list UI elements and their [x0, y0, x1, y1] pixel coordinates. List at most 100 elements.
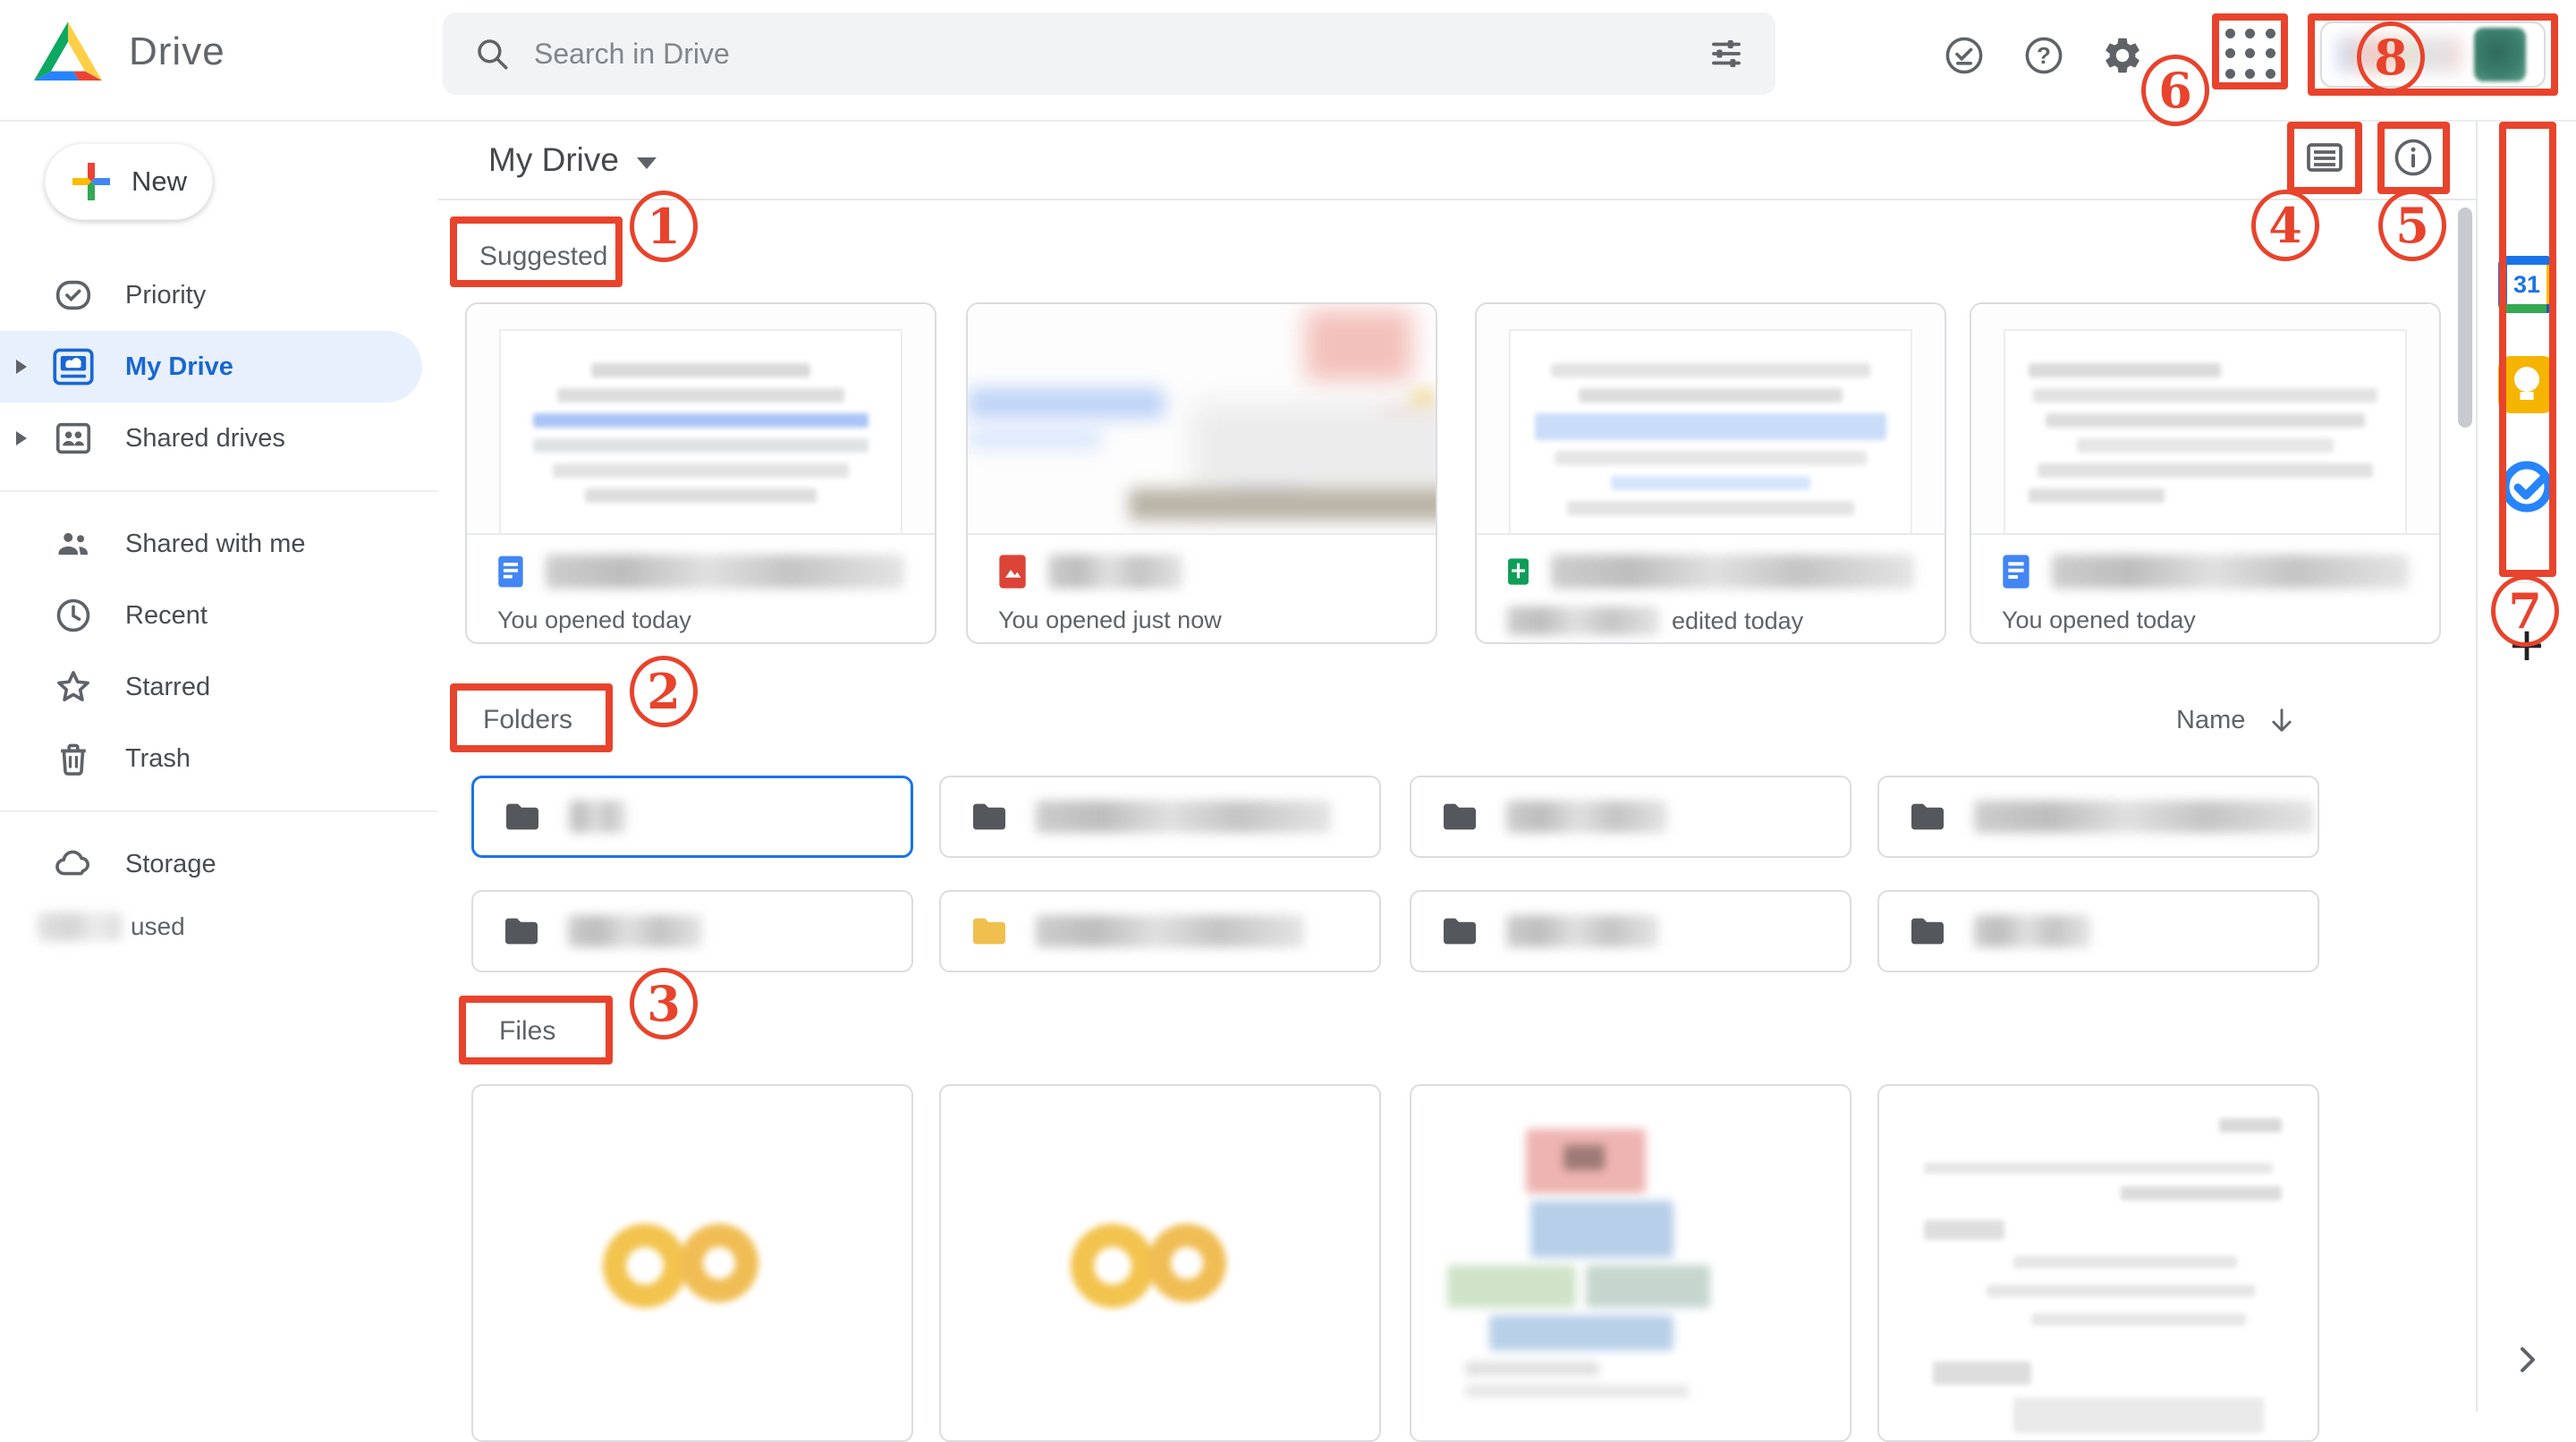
sidebar-item-priority[interactable]: Priority	[0, 259, 438, 331]
file-card[interactable]	[1410, 1084, 1852, 1442]
card-caption: You opened just now	[998, 606, 1405, 634]
sidebar-item-shared-with-me[interactable]: Shared with me	[0, 508, 438, 580]
chevron-right-icon[interactable]	[2507, 1340, 2546, 1379]
search-input[interactable]	[534, 38, 1684, 71]
storage-used-suffix: used	[131, 912, 185, 941]
section-label-suggested: Suggested	[479, 242, 607, 272]
file-preview-blurred	[1477, 304, 1945, 535]
add-icon[interactable]: +	[2510, 615, 2545, 674]
priority-check-icon	[53, 275, 94, 316]
account-name-blurred	[2336, 37, 2462, 72]
folder-icon	[1440, 915, 1479, 947]
expand-arrow-icon[interactable]	[16, 431, 36, 445]
page-title-dropdown[interactable]: My Drive	[488, 141, 657, 179]
apps-grid-icon[interactable]	[2224, 27, 2277, 81]
suggested-card[interactable]: You opened just now	[966, 302, 1437, 644]
folder-card[interactable]	[1410, 776, 1852, 858]
drive-logo[interactable]: Drive	[34, 21, 225, 82]
scrollbar-thumb[interactable]	[2458, 208, 2472, 428]
shared-drives-icon	[53, 418, 94, 459]
folder-icon-yellow	[970, 915, 1009, 947]
annotation-number-5: 5	[2378, 190, 2446, 261]
sort-label: Name	[2176, 706, 2245, 735]
sidebar-item-label: Priority	[125, 281, 206, 310]
file-card[interactable]	[939, 1084, 1381, 1442]
card-caption: You opened today	[2002, 606, 2409, 634]
file-title-blurred	[1048, 555, 1182, 589]
google-docs-icon	[497, 553, 524, 590]
avatar	[2474, 28, 2526, 81]
annotation-number-4: 4	[2251, 190, 2319, 261]
section-label-files: Files	[499, 1016, 555, 1047]
file-preview-blurred	[1971, 304, 2439, 535]
file-title-blurred	[1551, 555, 1914, 589]
sidebar-item-shared-drives[interactable]: Shared drives	[0, 403, 438, 474]
folder-card[interactable]	[1877, 890, 2319, 972]
folder-name-blurred	[1506, 801, 1667, 833]
storage-amount-blurred	[38, 912, 122, 941]
sidebar-item-starred[interactable]: Starred	[0, 651, 438, 723]
file-card[interactable]	[471, 1084, 913, 1442]
expand-arrow-icon[interactable]	[16, 360, 36, 374]
sidebar-item-label: Shared drives	[125, 424, 285, 454]
sidebar-item-my-drive[interactable]: My Drive	[0, 331, 422, 403]
file-preview-blurred	[968, 304, 1436, 535]
card-caption: You opened today	[497, 606, 904, 634]
suggested-card[interactable]: You opened today	[1970, 302, 2441, 644]
google-keep-icon[interactable]	[2498, 356, 2555, 413]
section-label-folders: Folders	[483, 705, 572, 735]
plus-multicolor-icon	[71, 161, 112, 202]
folder-icon	[502, 915, 541, 947]
google-tasks-icon[interactable]	[2498, 458, 2555, 515]
folder-card[interactable]	[471, 890, 913, 972]
sidebar-item-label: Storage	[125, 850, 216, 879]
account-chip[interactable]	[2320, 21, 2546, 88]
folder-icon	[970, 801, 1009, 833]
sidebar-item-trash[interactable]: Trash	[0, 723, 438, 794]
storage-used-line: used	[38, 912, 438, 941]
calendar-day-label: 31	[2507, 265, 2546, 304]
folder-card[interactable]	[939, 776, 1381, 858]
sidebar-item-storage[interactable]: Storage	[0, 828, 438, 900]
folder-card[interactable]	[939, 890, 1381, 972]
file-preview-blurred	[467, 304, 935, 535]
new-button[interactable]: New	[45, 143, 213, 220]
sidebar-item-label: Shared with me	[125, 530, 306, 559]
folder-icon	[1440, 801, 1479, 833]
image-file-icon	[998, 553, 1027, 590]
trash-icon	[53, 738, 94, 779]
folder-icon	[503, 801, 542, 833]
annotation-number-3: 3	[630, 968, 698, 1039]
editor-name-blurred	[1507, 606, 1659, 635]
new-button-label: New	[131, 165, 187, 198]
sidebar: New Priority	[0, 122, 438, 1412]
settings-gear-icon[interactable]	[2101, 34, 2144, 77]
info-icon[interactable]	[2392, 136, 2435, 179]
google-calendar-icon[interactable]: 31	[2498, 256, 2555, 313]
folder-card[interactable]	[1410, 890, 1852, 972]
folder-card[interactable]	[471, 776, 913, 858]
folder-name-blurred	[569, 801, 626, 833]
suggested-card[interactable]: edited today	[1475, 302, 1946, 644]
folder-name-blurred	[1036, 801, 1331, 833]
help-icon[interactable]: ?	[2022, 34, 2065, 77]
arrow-down-icon	[2267, 705, 2297, 735]
file-preview-blurred	[603, 1220, 782, 1313]
folder-card[interactable]	[1877, 776, 2319, 858]
folder-name-blurred	[1974, 801, 2314, 833]
suggested-card[interactable]: You opened today	[465, 302, 936, 644]
sort-control[interactable]: Name	[2176, 705, 2297, 735]
search-options-icon[interactable]	[1707, 35, 1745, 72]
sidebar-item-recent[interactable]: Recent	[0, 580, 438, 651]
folder-name-blurred	[1036, 915, 1304, 947]
svg-text:?: ?	[2037, 42, 2051, 69]
content-toolbar: My Drive	[438, 122, 2476, 200]
file-card[interactable]	[1877, 1084, 2319, 1442]
chevron-down-icon	[637, 157, 657, 169]
sidebar-item-label: My Drive	[125, 352, 233, 382]
list-view-icon[interactable]	[2303, 136, 2346, 179]
search-bar[interactable]	[443, 13, 1775, 95]
page-title: My Drive	[488, 141, 619, 179]
sidebar-divider	[0, 810, 438, 812]
offline-ready-icon[interactable]	[1943, 34, 1986, 77]
